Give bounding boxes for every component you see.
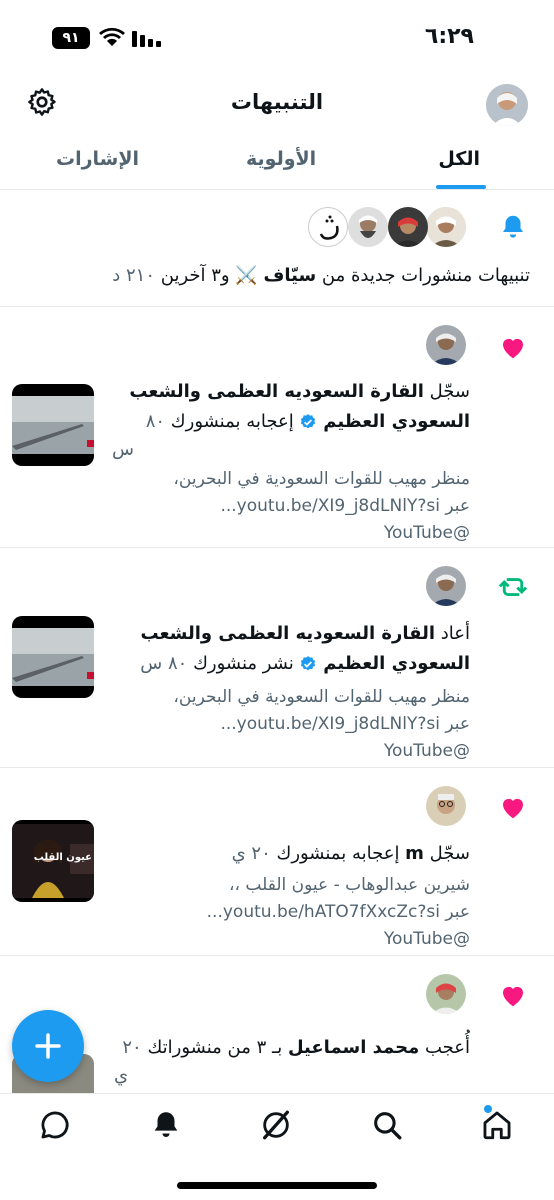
wifi-icon [99, 27, 125, 46]
avatar[interactable] [308, 207, 348, 247]
actor-name[interactable]: m [405, 843, 424, 864]
tab-priority[interactable]: الأولوية [246, 148, 316, 170]
messages-icon[interactable] [38, 1108, 72, 1142]
divider [0, 547, 554, 548]
notification-text: إعجابه بمنشورك [170, 411, 300, 432]
post-thumbnail[interactable] [12, 384, 94, 466]
post-preview-link[interactable]: عبر youtu.be/hATO7fXxcZc?si... [90, 899, 470, 926]
timestamp-unit: س [112, 439, 134, 460]
avatar[interactable] [426, 786, 466, 826]
post-preview-handle[interactable]: @YouTube [90, 738, 470, 765]
post-preview-handle[interactable]: @YouTube [90, 926, 470, 953]
timestamp: ٨٠ س [140, 653, 188, 674]
avatar[interactable] [426, 325, 466, 365]
timestamp: ٢٠ [122, 1037, 142, 1058]
heart-icon [503, 338, 523, 359]
heart-icon [503, 986, 523, 1007]
tab-all[interactable]: الكل [438, 148, 480, 170]
post-preview: شيرين عبدالوهاب - عيون القلب ،، [229, 875, 470, 895]
notification-text: أُعجب [419, 1037, 470, 1058]
timestamp: ٨٠ [145, 411, 166, 432]
verified-badge-icon [301, 656, 316, 671]
page-title: التنبيهات [230, 90, 324, 114]
notification-text: سجّل [423, 843, 470, 864]
notification-text: تنبيهات منشورات جديدة من [316, 265, 530, 286]
avatar[interactable] [426, 207, 466, 247]
notification-text: أعاد [435, 623, 470, 644]
post-preview-handle[interactable]: @YouTube [90, 520, 470, 547]
signal-icon [132, 31, 161, 47]
avatar[interactable] [426, 974, 466, 1014]
home-tab[interactable] [480, 1105, 514, 1142]
avatar[interactable] [348, 207, 388, 247]
notification-text: سجّل [423, 381, 470, 402]
tab-bar: الكل الأولوية الإشارات [0, 138, 554, 190]
actor-name[interactable]: السعودي العظيم [323, 653, 470, 674]
actor-name[interactable]: القارة السعوديه العظمى والشعب [129, 381, 424, 402]
avatar[interactable] [486, 84, 528, 126]
status-bar: ٦:٢٩ ٩١ [0, 0, 554, 72]
post-thumbnail[interactable]: عيون القلب [12, 820, 94, 902]
heart-icon [503, 798, 523, 819]
verified-badge-icon [301, 414, 316, 429]
divider [0, 767, 554, 768]
compose-button[interactable] [12, 1010, 84, 1082]
grok-icon[interactable] [259, 1108, 293, 1142]
post-preview: منظر مهيب للقوات السعودية في البحرين، [173, 469, 470, 489]
active-tab-indicator [436, 185, 486, 189]
new-posts-dot [484, 1105, 492, 1113]
timestamp: ٢٠ ي [231, 843, 271, 864]
retweet-icon [498, 578, 528, 596]
notification-text: نشر منشورك [193, 653, 300, 674]
battery-icon: ٩١ [52, 27, 90, 49]
timestamp-unit: ي [114, 1065, 129, 1086]
timestamp: ٢١٠ د [112, 265, 156, 286]
header: التنبيهات [0, 78, 554, 134]
actor-name[interactable]: سيّاف [263, 265, 316, 286]
notification-text: ⚔️ و٣ آخرين [160, 265, 264, 286]
status-time: ٦:٢٩ [424, 24, 474, 49]
bell-icon [503, 215, 523, 238]
actor-name[interactable]: القارة السعوديه العظمى والشعب [140, 623, 435, 644]
avatar[interactable] [426, 566, 466, 606]
post-preview-link[interactable]: عبر youtu.be/XI9_j8dLNlY?si... [90, 711, 470, 738]
post-thumbnail[interactable] [12, 616, 94, 698]
notifications-icon[interactable] [149, 1108, 183, 1142]
post-preview-link[interactable]: عبر youtu.be/XI9_j8dLNlY?si... [90, 493, 470, 520]
divider [0, 306, 554, 307]
avatar[interactable] [388, 207, 428, 247]
actor-name[interactable]: محمد اسماعيل [288, 1037, 419, 1058]
thumbnail-caption: عيون القلب [33, 852, 92, 863]
divider [0, 955, 554, 956]
home-indicator [177, 1182, 377, 1189]
search-icon[interactable] [370, 1108, 404, 1142]
notification-text: إعجابه بمنشورك [276, 843, 406, 864]
actor-name[interactable]: السعودي العظيم [323, 411, 470, 432]
post-preview: منظر مهيب للقوات السعودية في البحرين، [173, 687, 470, 707]
plus-icon [35, 1033, 61, 1059]
home-icon [483, 1111, 511, 1140]
notification-text: بـ ٣ من منشوراتك [147, 1037, 288, 1058]
tab-mentions[interactable]: الإشارات [56, 148, 139, 170]
